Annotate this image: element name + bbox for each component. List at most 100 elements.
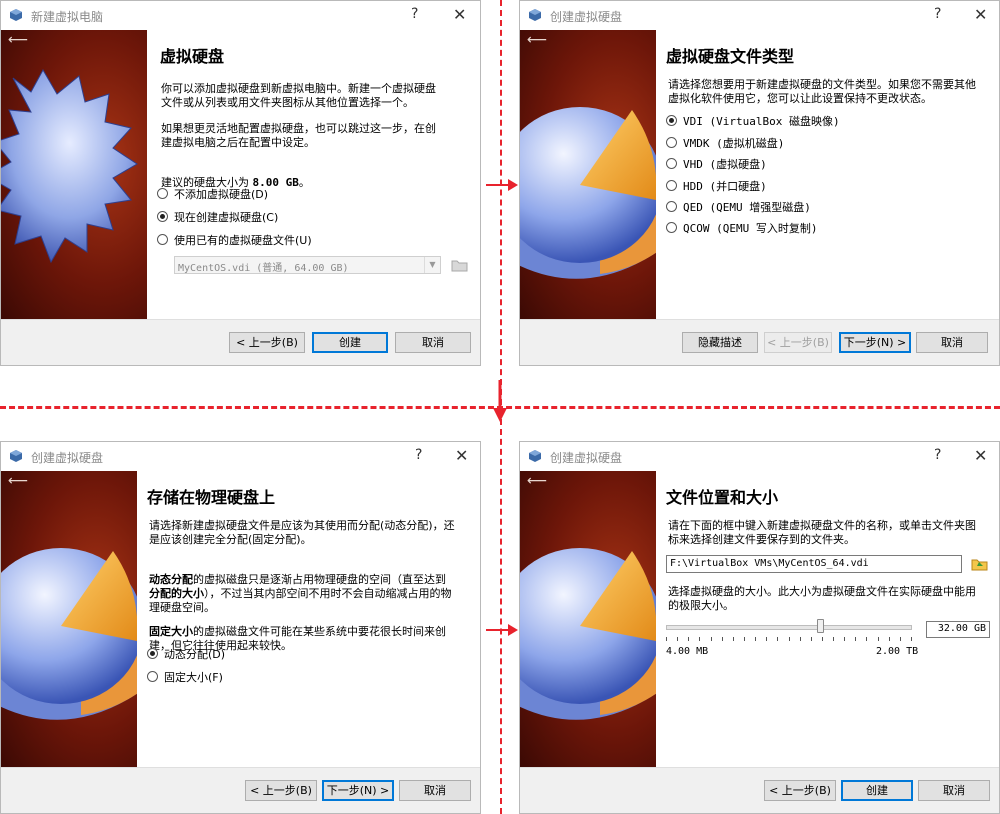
radio-label: QCOW (QEMU 写入时复制) (683, 222, 818, 235)
radio-button-selected[interactable] (157, 211, 168, 222)
close-button[interactable]: ✕ (974, 5, 987, 24)
create-button[interactable]: 创建 (841, 780, 913, 801)
dynamic-term: 动态分配 (149, 573, 193, 586)
disk-pie-art (1, 548, 137, 720)
title-bar: 创建虚拟硬盘 ? ✕ (520, 442, 999, 471)
folder-icon[interactable] (451, 258, 468, 272)
button-bar: 隐藏描述 < 上一步(B) 下一步(N) > 取消 (520, 319, 999, 365)
slider-tick (777, 637, 778, 641)
radio-button[interactable] (666, 137, 677, 148)
slider-tick (855, 637, 856, 641)
choose-folder-icon[interactable] (971, 557, 988, 571)
help-button[interactable]: ? (934, 6, 941, 22)
radio-no-disk[interactable]: 不添加虚拟硬盘(D) (157, 186, 268, 202)
help-button[interactable]: ? (934, 447, 941, 463)
arrow-right-top-icon (486, 179, 518, 191)
back-button[interactable]: < 上一步(B) (764, 332, 832, 353)
cancel-button[interactable]: 取消 (918, 780, 990, 801)
back-button[interactable]: < 上一步(B) (245, 780, 317, 801)
disk-pie-art (520, 548, 656, 720)
close-button[interactable]: ✕ (974, 446, 987, 465)
radio-vmdk[interactable]: VMDK (虚拟机磁盘) (666, 135, 784, 151)
existing-disk-combo[interactable]: MyCentOS.vdi (普通, 64.00 GB) ▼ (174, 256, 441, 274)
slider-tick (711, 637, 712, 641)
radio-button[interactable] (666, 222, 677, 233)
slider-min-label: 4.00 MB (666, 646, 709, 657)
window-title: 新建虚拟电脑 (31, 10, 104, 24)
next-button[interactable]: 下一步(N) > (322, 780, 394, 801)
page-title: 虚拟硬盘文件类型 (666, 47, 795, 66)
radio-button-selected[interactable] (147, 648, 158, 659)
back-button[interactable]: < 上一步(B) (229, 332, 305, 353)
file-path-input[interactable]: F:\VirtualBox VMs\MyCentOS_64.vdi (666, 555, 962, 573)
window-title: 创建虚拟硬盘 (550, 10, 623, 24)
window-title: 创建虚拟硬盘 (550, 451, 623, 465)
radio-create-now[interactable]: 现在创建虚拟硬盘(C) (157, 209, 278, 225)
radio-button[interactable] (666, 158, 677, 169)
slider-tick (733, 637, 734, 641)
wizard-artwork: ⟵ (520, 471, 656, 769)
slider-tick (766, 637, 767, 641)
hide-description-button[interactable]: 隐藏描述 (682, 332, 758, 353)
slider-tick (833, 637, 834, 641)
page-title: 虚拟硬盘 (160, 47, 225, 66)
radio-label: 不添加虚拟硬盘(D) (174, 188, 269, 201)
arrow-right-bottom-icon (486, 624, 518, 636)
cancel-button[interactable]: 取消 (399, 780, 471, 801)
title-bar: 新建虚拟电脑 ? ✕ (1, 1, 480, 30)
cancel-button[interactable]: 取消 (916, 332, 988, 353)
slider-thumb[interactable] (817, 619, 824, 633)
slider-ticks (666, 637, 912, 642)
file-path-value: F:\VirtualBox VMs\MyCentOS_64.vdi (670, 558, 869, 569)
dynamic-text-1: 的虚拟磁盘只是逐渐占用物理硬盘的空间（直至达到 (193, 573, 446, 586)
slider-tick (878, 637, 879, 641)
slider-tick (844, 637, 845, 641)
radio-vdi[interactable]: VDI (VirtualBox 磁盘映像) (666, 113, 840, 129)
wizard-page: 虚拟硬盘文件类型 请选择您想要用于新建虚拟硬盘的文件类型。如果您不需要其他 虚拟… (656, 30, 999, 321)
radio-fixed[interactable]: 固定大小(F) (147, 669, 223, 685)
wizard-artwork: ⟵ (520, 30, 656, 321)
next-button[interactable]: 下一步(N) > (839, 332, 911, 353)
radio-dynamic[interactable]: 动态分配(D) (147, 646, 225, 662)
radio-qed[interactable]: QED (QEMU 增强型磁盘) (666, 199, 811, 215)
help-button[interactable]: ? (411, 6, 418, 22)
radio-button-selected[interactable] (666, 115, 677, 126)
radio-qcow[interactable]: QCOW (QEMU 写入时复制) (666, 220, 817, 236)
create-disk-type-dialog: 创建虚拟硬盘 ? ✕ ⟵ 虚拟硬盘文件类型 请选择您想要用于新建虚拟硬盘的文件类… (519, 0, 1000, 366)
slider-tick (822, 637, 823, 641)
wizard-page: 文件位置和大小 请在下面的框中键入新建虚拟硬盘文件的名称，或单击文件夹图 标来选… (656, 471, 999, 769)
button-bar: < 上一步(B) 创建 取消 (1, 319, 480, 365)
size-slider[interactable] (666, 619, 912, 643)
cancel-button[interactable]: 取消 (395, 332, 471, 353)
radio-button[interactable] (147, 671, 158, 682)
radio-vhd[interactable]: VHD (虚拟硬盘) (666, 156, 767, 172)
slider-tick (744, 637, 745, 641)
radio-button[interactable] (157, 234, 168, 245)
close-button[interactable]: ✕ (453, 5, 466, 24)
radio-button[interactable] (157, 188, 168, 199)
radio-use-existing[interactable]: 使用已有的虚拟硬盘文件(U) (157, 232, 312, 248)
button-bar: < 上一步(B) 创建 取消 (520, 767, 999, 813)
radio-label: VHD (虚拟硬盘) (683, 158, 767, 171)
size-input[interactable]: 32.00 GB (926, 621, 990, 638)
slider-tick (800, 637, 801, 641)
window-title: 创建虚拟硬盘 (31, 451, 104, 465)
wizard-artwork: ⟵ (1, 30, 147, 321)
radio-button[interactable] (666, 201, 677, 212)
allocated-size-term: 分配的大小 (149, 587, 204, 600)
arrow-down-icon (493, 380, 507, 422)
close-button[interactable]: ✕ (455, 446, 468, 465)
create-disk-location-dialog: 创建虚拟硬盘 ? ✕ ⟵ 文件位置和大小 请在下面的框中键入新建虚拟硬盘文件的名… (519, 441, 1000, 814)
slider-tick (755, 637, 756, 641)
description: 请选择您想要用于新建虚拟硬盘的文件类型。如果您不需要其他 虚拟化软件使用它，您可… (668, 78, 976, 105)
radio-label: 固定大小(F) (164, 671, 223, 684)
help-button[interactable]: ? (415, 447, 422, 463)
radio-button[interactable] (666, 180, 677, 191)
chevron-down-icon[interactable]: ▼ (424, 257, 440, 273)
disk-pie-art (520, 107, 656, 279)
slider-tick (666, 637, 667, 641)
radio-hdd[interactable]: HDD (并口硬盘) (666, 178, 767, 194)
create-button[interactable]: 创建 (312, 332, 388, 353)
back-button[interactable]: < 上一步(B) (764, 780, 836, 801)
description-2: 动态分配的虚拟磁盘只是逐渐占用物理硬盘的空间（直至达到 分配的大小），不过当其内部… (149, 559, 479, 615)
